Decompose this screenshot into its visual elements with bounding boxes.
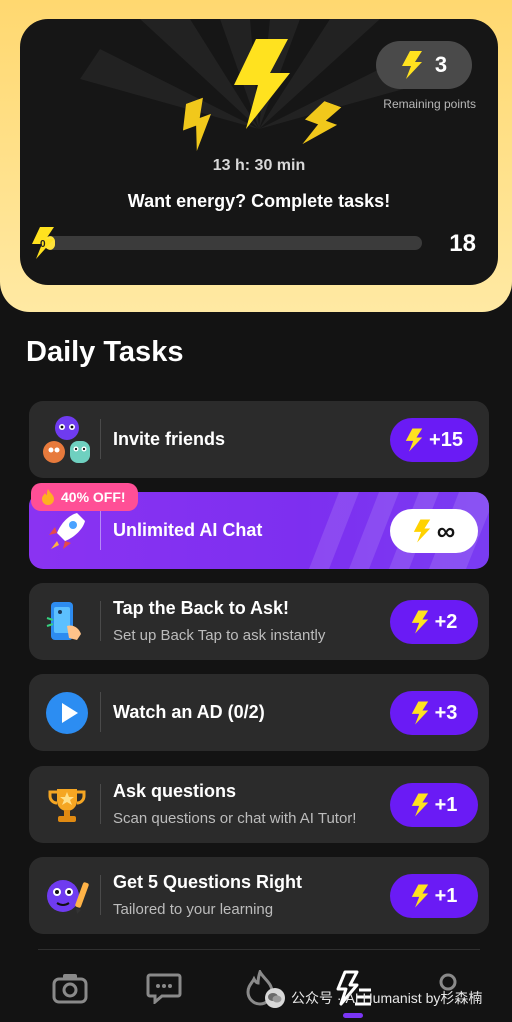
chat-icon — [146, 973, 182, 1004]
remaining-points-label: Remaining points — [383, 97, 476, 111]
bolt-icon: 0 — [32, 227, 54, 259]
phone-tap-icon — [39, 594, 95, 650]
reward-amount: +15 — [429, 428, 463, 451]
discount-badge: 40% OFF! — [31, 483, 138, 511]
reward-button[interactable]: ∞ — [390, 509, 478, 553]
reward-amount: ∞ — [436, 515, 456, 546]
task-subtitle: Set up Back Tap to ask instantly — [113, 627, 326, 644]
reward-amount: +1 — [434, 884, 458, 907]
energy-cta-text: Want energy? Complete tasks! — [127, 191, 391, 211]
divider — [100, 692, 101, 732]
task-title: Ask questions — [113, 781, 237, 801]
energy-card: 3 Remaining points 13 h: 30 min Want ene… — [20, 19, 498, 285]
bolt-icon — [411, 793, 428, 817]
bolt-icon — [405, 428, 423, 452]
remaining-points-pill[interactable]: 3 — [376, 41, 472, 89]
bolt-icon — [411, 701, 428, 725]
bolt-icon — [413, 519, 430, 543]
wechat-logo-icon — [265, 988, 285, 1008]
task-ask-questions[interactable]: Ask questions Scan questions or chat wit… — [29, 766, 489, 843]
reward-amount: +1 — [434, 793, 458, 816]
progress-start-badge: 0 — [30, 227, 56, 264]
energy-header: 3 Remaining points 13 h: 30 min Want ene… — [0, 0, 512, 312]
task-watch-ad[interactable]: Watch an AD (0/2) +3 — [29, 674, 489, 751]
energy-progress-bar — [44, 236, 422, 250]
camera-icon — [52, 974, 88, 1004]
task-subtitle: Scan questions or chat with AI Tutor! — [113, 810, 357, 827]
bolt-icon — [401, 51, 422, 79]
divider — [100, 875, 101, 915]
divider — [100, 419, 101, 459]
watermark-text: 公众号 · AI Humanist by杉森楠 — [291, 990, 483, 1006]
task-title: Invite friends — [113, 429, 226, 449]
large-bolt-icon — [234, 39, 290, 129]
task-invite-friends[interactable]: Invite friends +15 — [29, 401, 489, 478]
monster-pencil-icon — [39, 868, 95, 924]
divider — [100, 784, 101, 824]
nav-divider — [38, 949, 480, 950]
watermark: 公众号 · AI Humanist by杉森楠 — [265, 988, 482, 1008]
task-subtitle: Tailored to your learning — [113, 901, 274, 918]
daily-tasks-title: Daily Tasks — [26, 336, 184, 368]
trophy-icon — [39, 777, 95, 833]
task-get-5-right[interactable]: Get 5 Questions Right Tailored to your l… — [29, 857, 489, 934]
task-title: Tap the Back to Ask! — [113, 598, 290, 618]
active-tab-indicator — [343, 1013, 363, 1018]
progress-start-value: 0 — [40, 239, 46, 250]
remaining-points-value: 3 — [434, 52, 448, 77]
reward-amount: +2 — [434, 610, 458, 633]
rocket-icon — [39, 503, 95, 559]
reward-button[interactable]: +3 — [390, 691, 478, 735]
friends-monsters-icon — [39, 412, 95, 468]
reward-button[interactable]: +15 — [390, 418, 478, 462]
divider — [100, 601, 101, 641]
task-tap-back-to-ask[interactable]: Tap the Back to Ask! Set up Back Tap to … — [29, 583, 489, 660]
task-title: Unlimited AI Chat — [113, 520, 263, 540]
task-title: Get 5 Questions Right — [113, 872, 303, 892]
refill-timer: 13 h: 30 min — [212, 157, 306, 174]
discount-text: 40% OFF! — [61, 489, 126, 505]
nav-chat[interactable] — [144, 968, 184, 1008]
progress-max-value: 18 — [449, 230, 476, 257]
reward-button[interactable]: +1 — [390, 783, 478, 827]
task-title: Watch an AD (0/2) — [113, 702, 265, 722]
reward-button[interactable]: +1 — [390, 874, 478, 918]
bolt-icon — [411, 610, 428, 634]
nav-camera[interactable] — [50, 968, 90, 1008]
reward-amount: +3 — [434, 701, 458, 724]
fire-icon — [42, 489, 54, 505]
bolt-icon — [411, 884, 428, 908]
play-icon — [39, 685, 95, 741]
divider — [100, 510, 101, 550]
reward-button[interactable]: +2 — [390, 600, 478, 644]
